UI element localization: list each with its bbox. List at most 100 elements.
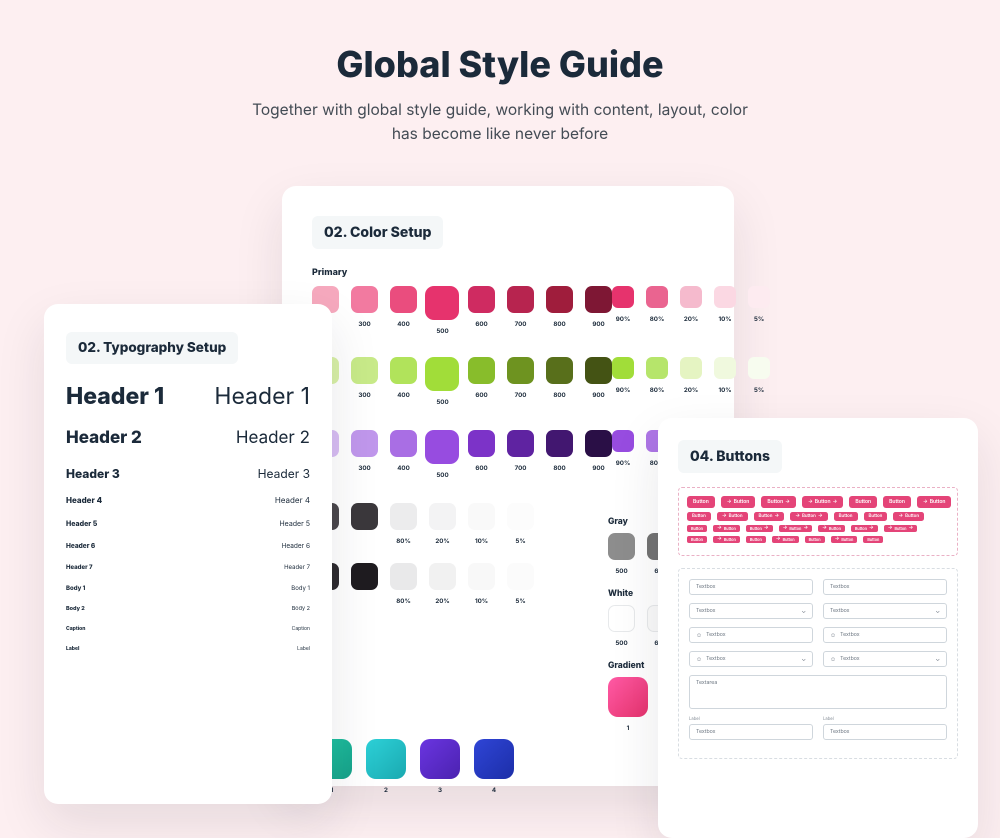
color-swatch: 700 <box>507 357 534 406</box>
hero: Global Style Guide Together with global … <box>0 0 1000 146</box>
textbox-select[interactable]: Textbox⌄ <box>689 603 813 619</box>
sample-button[interactable]: Button→ <box>761 496 796 508</box>
textbox-select[interactable]: Textbox⌄ <box>823 603 947 619</box>
button-showcase: Button→ButtonButton→→Button→ButtonButton… <box>678 487 958 556</box>
neutral-row-1: 80%20%10%5% <box>312 503 482 545</box>
sample-button[interactable]: →Button <box>717 512 748 521</box>
typo-regular: Header 4 <box>275 495 310 505</box>
color-swatch: 80% <box>646 357 668 394</box>
textarea[interactable]: Textarea <box>689 675 947 709</box>
color-swatch: 5% <box>748 357 770 394</box>
green-opacity-row: 90%80%20%10%5% <box>612 357 770 394</box>
color-swatch: 600 <box>468 430 495 479</box>
arrow-right-icon: → <box>818 514 823 519</box>
typo-bold: Header 3 <box>66 466 120 481</box>
sample-button[interactable]: Button <box>687 512 711 521</box>
color-swatch: 5% <box>507 563 534 605</box>
color-swatch: 20% <box>680 286 702 323</box>
sample-button[interactable]: Button <box>687 496 715 508</box>
sample-button[interactable]: Button <box>883 496 911 508</box>
arrow-right-icon: → <box>923 500 928 505</box>
typo-regular: Header 3 <box>258 466 310 481</box>
sample-button[interactable]: Button <box>864 512 888 521</box>
color-swatch: 400 <box>390 430 417 479</box>
arrow-right-icon: → <box>785 500 790 505</box>
textbox-user-select[interactable]: ☺Textbox⌄ <box>823 651 947 667</box>
arrow-right-icon: → <box>908 526 913 531</box>
sample-button[interactable]: →Button <box>818 525 845 532</box>
buttons-card: 04. Buttons Button→ButtonButton→→Button→… <box>658 418 978 838</box>
color-swatch: 10% <box>468 503 495 545</box>
sample-button[interactable]: Button <box>849 496 877 508</box>
page-subtitle: Together with global style guide, workin… <box>240 98 760 146</box>
color-swatch: 10% <box>714 357 736 394</box>
color-swatch: 500 <box>608 533 635 575</box>
color-swatch: 500 <box>608 605 635 647</box>
sample-button[interactable]: →Button <box>831 536 858 543</box>
gradient-swatch: 3 <box>420 739 460 779</box>
color-swatch: 300 <box>351 286 378 335</box>
sample-button[interactable]: Button→ <box>851 525 878 532</box>
arrow-right-icon: → <box>764 526 769 531</box>
gradient-swatch: 2 <box>366 739 406 779</box>
typography-row: LabelLabel <box>66 646 310 652</box>
sample-button[interactable]: →Button <box>893 512 924 521</box>
typo-regular: Header 6 <box>282 542 310 550</box>
purple-shade-row: 300400500600700800900 <box>312 430 612 479</box>
color-swatch: 600 <box>468 357 495 406</box>
sample-button[interactable]: Button <box>687 536 707 543</box>
color-swatch <box>351 503 378 545</box>
typo-bold: Header 5 <box>66 519 97 528</box>
sample-button[interactable]: Button <box>687 525 707 532</box>
buttons-section-tag: 04. Buttons <box>678 440 782 473</box>
color-swatch: 20% <box>429 563 456 605</box>
typography-row: Header 2Header 2 <box>66 428 310 448</box>
textbox-plain[interactable]: Textbox <box>689 579 813 595</box>
sample-button[interactable]: →Button→ <box>779 525 813 532</box>
sample-button[interactable]: →Button→ <box>884 525 918 532</box>
typo-bold: Header 4 <box>66 495 102 505</box>
typography-row: Header 5Header 5 <box>66 519 310 528</box>
sample-button[interactable]: Button <box>805 536 825 543</box>
sample-button[interactable]: →Button→ <box>790 512 827 521</box>
sample-button[interactable]: Button <box>863 536 883 543</box>
labeled-textbox[interactable]: Textbox <box>823 724 947 740</box>
arrow-right-icon: → <box>833 500 838 505</box>
gradient-swatch: 4 <box>474 739 514 779</box>
primary-opacity-row: 90%80%20%10%5% <box>612 286 770 323</box>
typography-row: CaptionCaption <box>66 626 310 632</box>
gradient-swatch-pink: 1 <box>608 677 648 717</box>
color-swatch: 400 <box>390 286 417 335</box>
sample-button[interactable]: →Button <box>917 496 952 508</box>
typo-bold: Header 1 <box>66 382 164 410</box>
sample-button[interactable]: →Button→ <box>802 496 843 508</box>
textbox-plain[interactable]: Textbox <box>823 579 947 595</box>
sample-button[interactable]: Button→ <box>754 512 785 521</box>
color-swatch: 20% <box>680 357 702 394</box>
typography-row: Header 1 Header 1 <box>66 382 310 410</box>
arrow-right-icon: → <box>727 500 732 505</box>
typo-bold: Caption <box>66 626 85 632</box>
textbox-user[interactable]: ☺Textbox <box>823 627 947 643</box>
color-swatch: 5% <box>748 286 770 323</box>
green-shade-row: 300400500600700800900 <box>312 357 612 406</box>
typo-bold: Body 1 <box>66 585 85 592</box>
sample-button[interactable]: Button→ <box>746 525 773 532</box>
chevron-down-icon: ⌄ <box>935 656 940 663</box>
arrow-right-icon: → <box>888 526 893 531</box>
arrow-right-icon: → <box>808 500 813 505</box>
sample-button[interactable]: →Button <box>772 536 799 543</box>
typo-regular: Body 1 <box>291 585 310 592</box>
textbox-user[interactable]: ☺Textbox <box>689 627 813 643</box>
labeled-textbox[interactable]: Textbox <box>689 724 813 740</box>
sample-button[interactable]: →Button <box>713 525 740 532</box>
arrow-right-icon: → <box>774 514 779 519</box>
textbox-user-select[interactable]: ☺Textbox⌄ <box>689 651 813 667</box>
sample-button[interactable]: →Button <box>713 536 740 543</box>
sample-button[interactable]: Button <box>746 536 766 543</box>
typo-regular: Header 1 <box>214 382 310 410</box>
sample-button[interactable]: Button <box>834 512 858 521</box>
color-swatch: 20% <box>429 503 456 545</box>
typo-regular: Header 7 <box>284 564 310 571</box>
sample-button[interactable]: →Button <box>721 496 756 508</box>
